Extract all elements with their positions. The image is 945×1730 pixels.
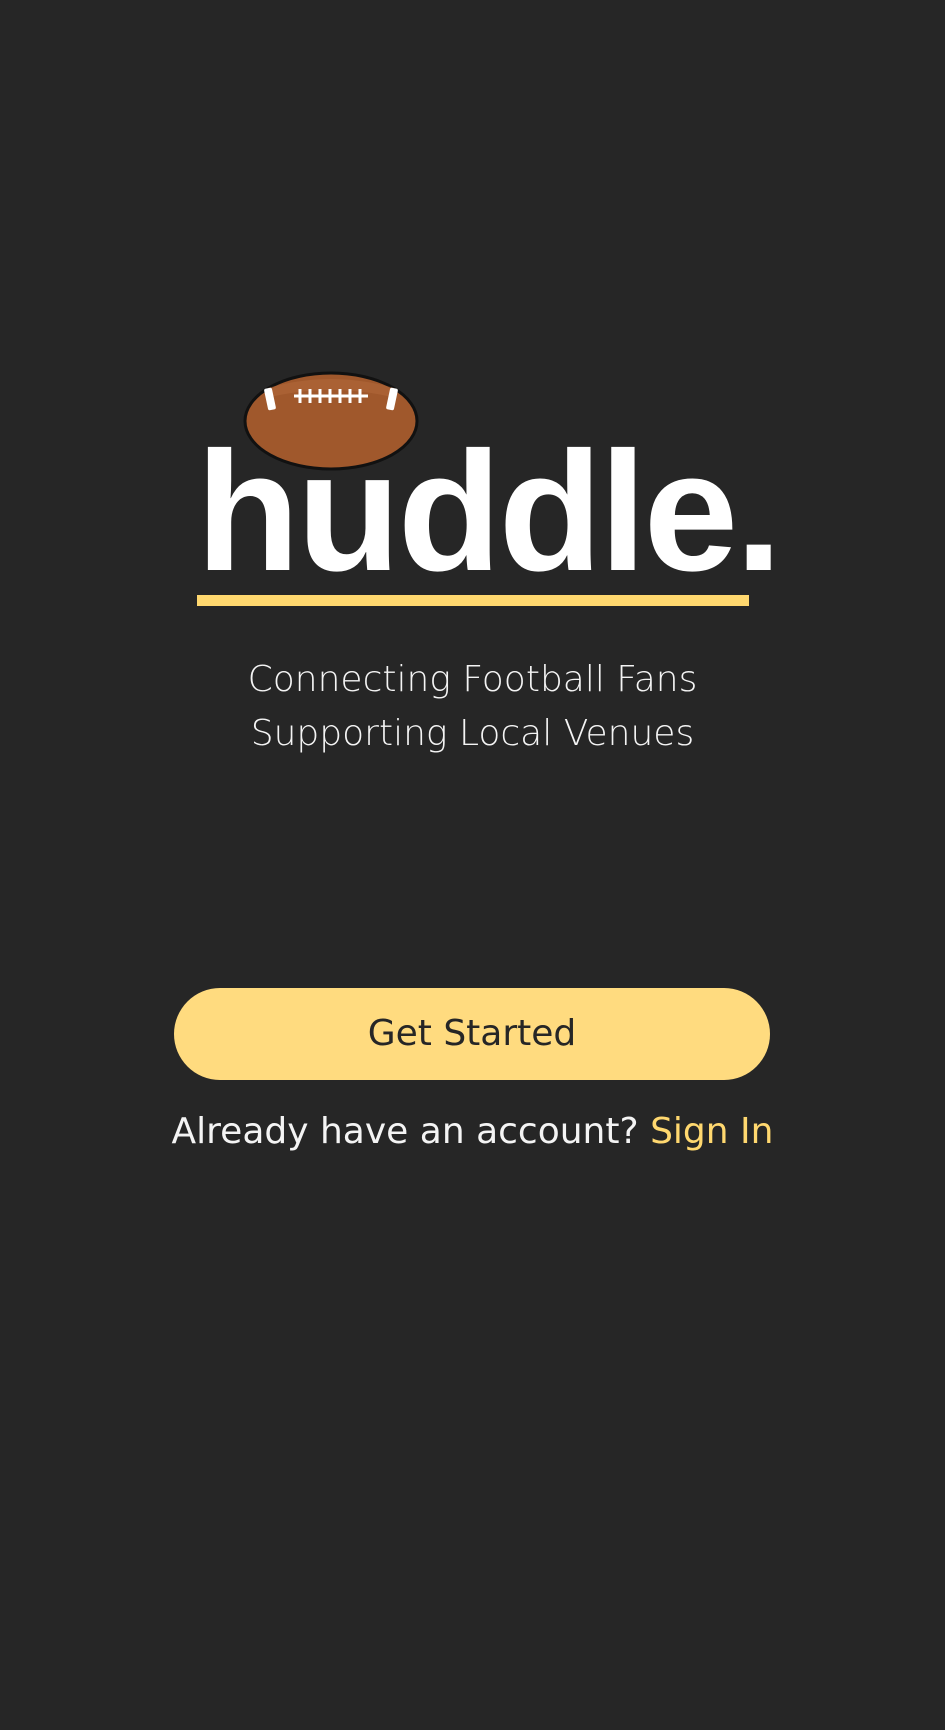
brand-underline — [197, 595, 749, 606]
sign-in-prompt: Already have an account? Sign In — [0, 1108, 945, 1156]
tagline-line-2: Supporting Local Venues — [250, 713, 695, 754]
get-started-button[interactable]: Get Started — [174, 988, 770, 1080]
tagline-line-1: Connecting Football Fans — [247, 659, 698, 700]
already-have-account-text: Already have an account? — [171, 1111, 639, 1152]
brand-wordmark: huddle. — [196, 417, 782, 607]
huddle-logo: huddle. — [0, 360, 945, 620]
sign-in-link[interactable]: Sign In — [650, 1111, 773, 1152]
